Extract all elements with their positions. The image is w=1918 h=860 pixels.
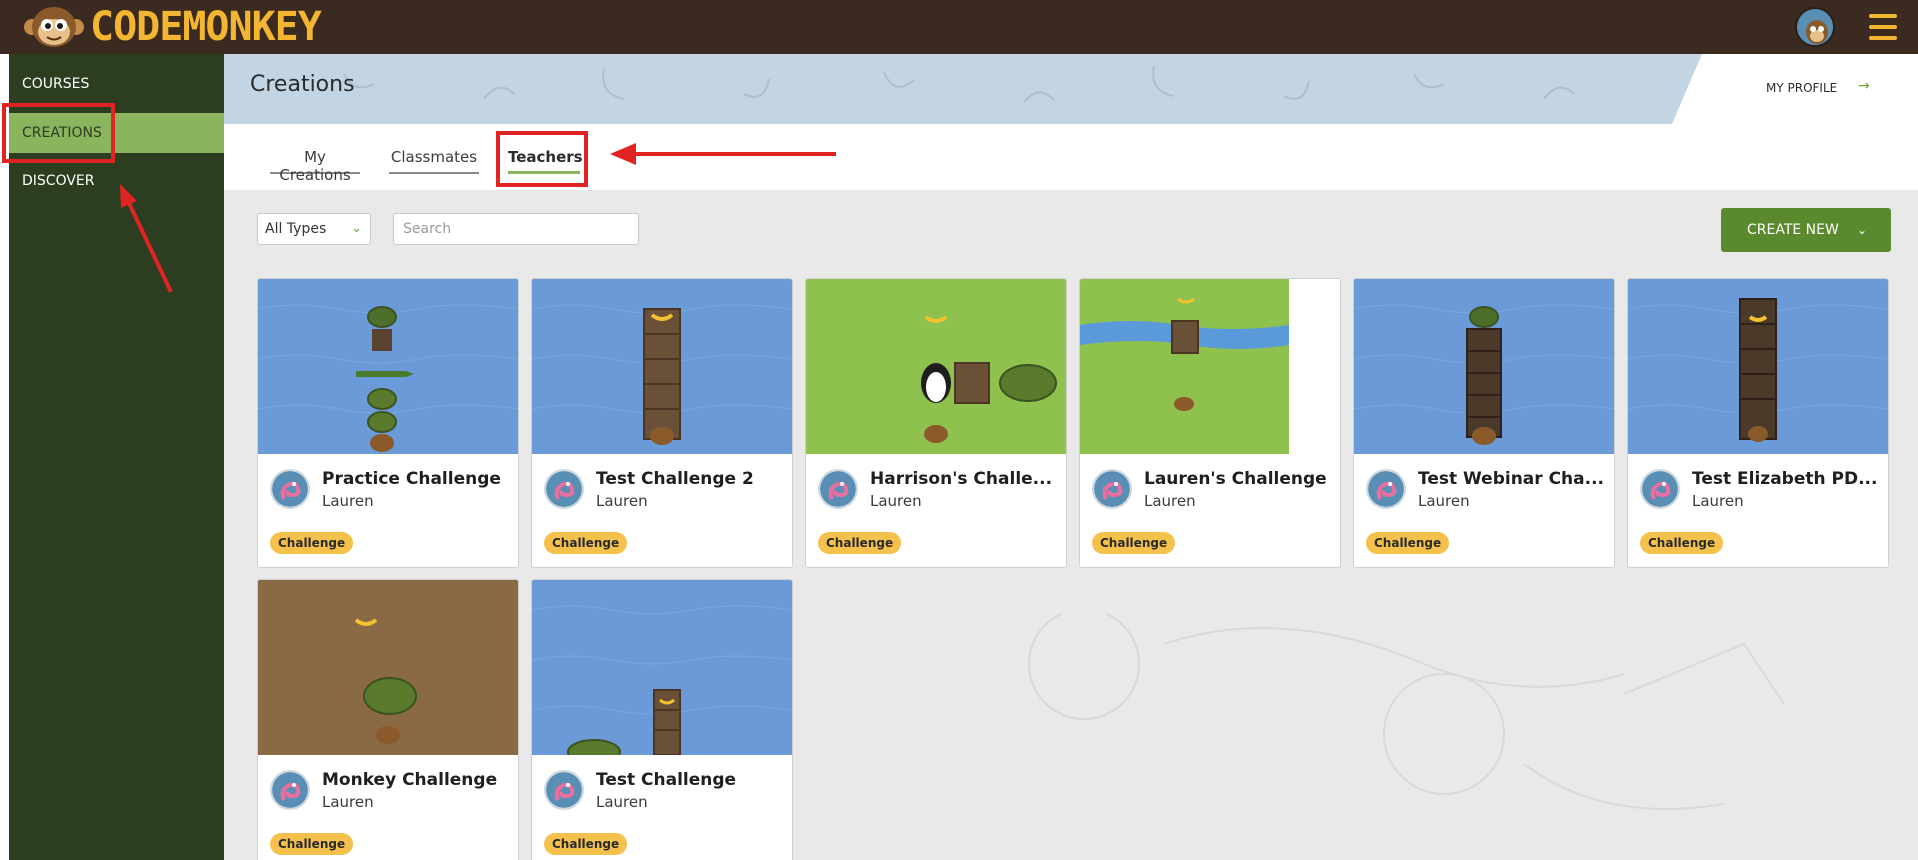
card-thumbnail: [1080, 279, 1340, 454]
card-title: Lauren's Challenge: [1144, 469, 1327, 489]
create-new-button[interactable]: CREATE NEW ⌄: [1721, 208, 1891, 252]
my-profile-link[interactable]: MY PROFILE: [1766, 81, 1837, 95]
main-content: Creations MY PROFILE → My Creations Clas…: [224, 54, 1918, 860]
card-title: Test Challenge 2: [596, 469, 754, 489]
search-input[interactable]: [393, 213, 639, 245]
creation-card-laurens-challenge[interactable]: Lauren's Challenge Lauren Challenge: [1079, 278, 1341, 568]
card-type-badge: Challenge: [818, 532, 902, 554]
card-type-badge: Challenge: [1640, 532, 1724, 554]
card-thumbnail: [1354, 279, 1614, 454]
creation-card-test-elizabeth-pd[interactable]: Test Elizabeth PD... Lauren Challenge: [1627, 278, 1889, 568]
creation-card-test-challenge-2[interactable]: Test Challenge 2 Lauren Challenge: [531, 278, 793, 568]
card-type-badge: Challenge: [544, 833, 628, 855]
create-new-label: CREATE NEW: [1747, 222, 1839, 238]
card-author: Lauren: [1692, 492, 1744, 510]
creation-card-monkey-challenge[interactable]: Monkey Challenge Lauren Challenge: [257, 579, 519, 860]
creation-card-practice-challenge[interactable]: Practice Challenge Lauren Challenge: [257, 278, 519, 568]
card-thumbnail: [806, 279, 1066, 454]
tabs-bar: My Creations Classmates Teachers: [224, 124, 1918, 190]
flamingo-avatar-icon: [544, 770, 584, 810]
card-thumbnail: [532, 279, 792, 454]
card-thumbnail: [532, 580, 792, 755]
card-author: Lauren: [596, 492, 648, 510]
card-type-badge: Challenge: [1366, 532, 1450, 554]
hamburger-menu-icon[interactable]: [1869, 14, 1897, 40]
card-title: Monkey Challenge: [322, 770, 498, 790]
chevron-down-icon: ⌄: [351, 221, 362, 236]
left-edge: [0, 54, 9, 860]
card-author: Lauren: [1418, 492, 1470, 510]
chevron-down-icon: ⌄: [1856, 223, 1867, 237]
page-header: Creations MY PROFILE →: [224, 54, 1918, 124]
sidebar-item-discover[interactable]: DISCOVER: [9, 161, 224, 201]
card-author: Lauren: [596, 793, 648, 811]
card-thumbnail: [258, 580, 518, 755]
flamingo-avatar-icon: [544, 469, 584, 509]
sidebar-item-courses[interactable]: COURSES: [9, 64, 224, 104]
type-filter-value: All Types: [265, 221, 327, 237]
tab-classmates[interactable]: Classmates: [389, 148, 479, 174]
monkey-logo-icon: [22, 5, 86, 49]
card-title: Practice Challenge: [322, 469, 501, 489]
page-title: Creations: [250, 72, 355, 97]
card-author: Lauren: [870, 492, 922, 510]
creation-card-test-webinar-challenge[interactable]: Test Webinar Cha... Lauren Challenge: [1353, 278, 1615, 568]
user-avatar[interactable]: [1795, 7, 1835, 47]
codemonkey-logo[interactable]: CODEMONKEY: [22, 4, 322, 50]
card-title: Test Webinar Cha...: [1418, 469, 1605, 489]
card-thumbnail: [258, 279, 518, 454]
card-type-badge: Challenge: [1092, 532, 1176, 554]
card-thumbnail: [1628, 279, 1888, 454]
flamingo-avatar-icon: [1366, 469, 1406, 509]
card-type-badge: Challenge: [270, 833, 354, 855]
card-author: Lauren: [322, 492, 374, 510]
tab-my-creations[interactable]: My Creations: [270, 148, 360, 184]
tab-teachers[interactable]: Teachers: [508, 148, 583, 174]
card-author: Lauren: [322, 793, 374, 811]
creation-card-harrisons-challenge[interactable]: Harrison's Challe... Lauren Challenge: [805, 278, 1067, 568]
arrow-right-icon[interactable]: →: [1858, 78, 1870, 94]
card-type-badge: Challenge: [270, 532, 354, 554]
flamingo-avatar-icon: [1092, 469, 1132, 509]
banana-pattern-decoration: [343, 65, 1575, 103]
background-illustration: [1028, 614, 1785, 810]
type-filter-select[interactable]: All Types ⌄: [257, 213, 371, 245]
card-title: Test Challenge: [596, 770, 737, 790]
sidebar: COURSES CREATIONS DISCOVER: [9, 54, 224, 860]
flamingo-avatar-icon: [1640, 469, 1680, 509]
card-type-badge: Challenge: [544, 532, 628, 554]
card-author: Lauren: [1144, 492, 1196, 510]
flamingo-avatar-icon: [818, 469, 858, 509]
card-title: Test Elizabeth PD...: [1692, 469, 1878, 489]
flamingo-avatar-icon: [270, 770, 310, 810]
top-bar: CODEMONKEY: [0, 0, 1918, 54]
card-title: Harrison's Challe...: [870, 469, 1053, 489]
creation-card-test-challenge[interactable]: Test Challenge Lauren Challenge: [531, 579, 793, 860]
sidebar-item-creations[interactable]: CREATIONS: [9, 113, 224, 153]
logo-wordmark: CODEMONKEY: [90, 4, 322, 50]
flamingo-avatar-icon: [270, 469, 310, 509]
